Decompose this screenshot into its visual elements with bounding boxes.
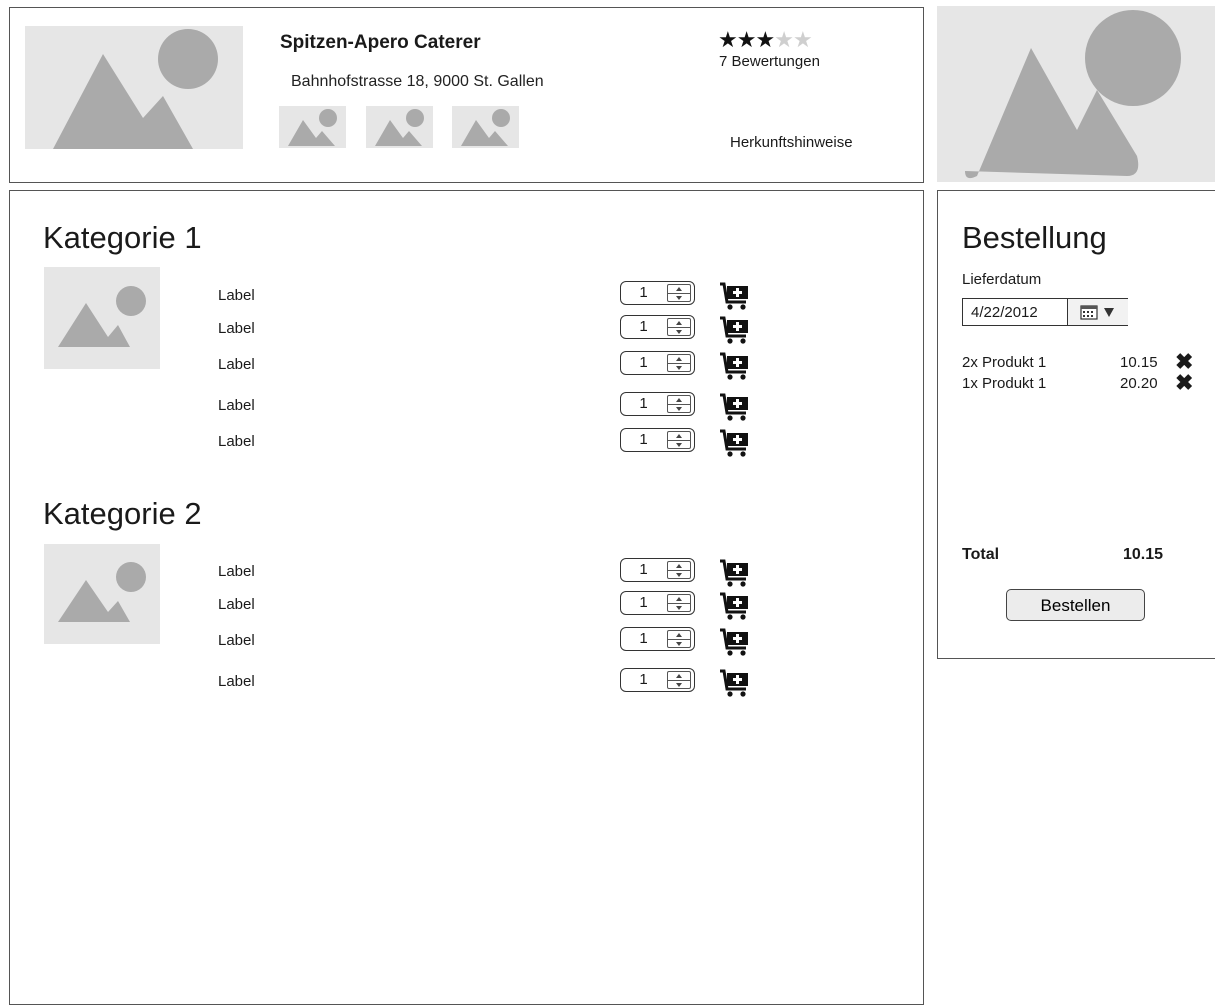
restaurant-name: Spitzen-Apero Caterer [280,32,481,53]
stepper-arrows[interactable] [667,284,691,302]
order-item-desc: 2x Produkt 1 [962,354,1047,371]
category-title-2: Kategorie 2 [43,496,202,531]
stepper-arrows[interactable] [667,561,691,579]
star-icon: ★ [792,27,813,52]
quantity-value[interactable]: 1 [621,352,666,374]
quantity-stepper[interactable]: 1 [620,627,695,651]
remove-item-icon[interactable]: ✖ [1175,372,1193,394]
stepper-arrows[interactable] [667,630,691,648]
order-item-desc: 1x Produkt 1 [962,375,1047,392]
delivery-date-label: Lieferdatum [962,271,1042,288]
restaurant-side-image [937,6,1215,182]
delivery-date-value[interactable]: 4/22/2012 [971,304,1038,321]
quantity-stepper[interactable]: 1 [620,315,695,339]
thumbnail-image-1[interactable] [279,106,346,148]
order-item-price: 20.20 [1120,375,1158,392]
quantity-stepper[interactable]: 1 [620,428,695,452]
star-icon: ★ [755,27,775,52]
calendar-icon [1080,305,1098,320]
quantity-stepper[interactable]: 1 [620,351,695,375]
chevron-down-icon [1104,308,1114,317]
star-icon: ★ [736,27,757,52]
add-to-cart-icon[interactable] [719,315,751,345]
quantity-stepper[interactable]: 1 [620,392,695,416]
menu-item-label: Label [218,596,255,613]
menu-item-label: Label [218,397,255,414]
category-image-1 [44,267,160,369]
thumbnail-image-3[interactable] [452,106,519,148]
stepper-arrows[interactable] [667,395,691,413]
order-item-price: 10.15 [1120,354,1158,371]
star-icon: ★ [774,27,794,52]
menu-item-label: Label [218,563,255,580]
total-label: Total [962,546,1000,563]
menu-item-label: Label [218,287,255,304]
stepper-arrows[interactable] [667,354,691,372]
calendar-dropdown-button[interactable] [1067,299,1128,325]
menu-item-label: Label [218,320,255,337]
order-title: Bestellung [962,220,1107,255]
order-submit-button[interactable]: Bestellen [1006,589,1145,621]
stepper-arrows[interactable] [667,318,691,336]
add-to-cart-icon[interactable] [719,351,751,381]
menu-panel: Kategorie 1 Kategorie 2 Label 1 Label 1 … [9,190,924,1005]
menu-item-label: Label [218,433,255,450]
quantity-value[interactable]: 1 [621,282,666,304]
add-to-cart-icon[interactable] [719,392,751,422]
rating-stars: ★★★★★ [718,27,813,52]
quantity-stepper[interactable]: 1 [620,668,695,692]
menu-item-label: Label [218,356,255,373]
add-to-cart-icon[interactable] [719,428,751,458]
category-image-2 [44,544,160,644]
quantity-value[interactable]: 1 [621,393,666,415]
quantity-value[interactable]: 1 [621,592,666,614]
add-to-cart-icon[interactable] [719,281,751,311]
menu-item-label: Label [218,632,255,649]
add-to-cart-icon[interactable] [719,558,751,588]
quantity-stepper[interactable]: 1 [620,558,695,582]
quantity-stepper[interactable]: 1 [620,591,695,615]
restaurant-main-image [25,26,243,149]
stepper-arrows[interactable] [667,671,691,689]
quantity-stepper[interactable]: 1 [620,281,695,305]
source-hint-link[interactable]: Herkunftshinweise [730,134,853,151]
quantity-value[interactable]: 1 [621,316,666,338]
restaurant-header: Spitzen-Apero Caterer Bahnhofstrasse 18,… [9,7,924,183]
quantity-value[interactable]: 1 [621,628,666,650]
total-value: 10.15 [1123,546,1164,563]
quantity-value[interactable]: 1 [621,559,666,581]
stepper-arrows[interactable] [667,594,691,612]
star-icon: ★ [718,27,738,52]
stepper-arrows[interactable] [667,431,691,449]
quantity-value[interactable]: 1 [621,669,666,691]
add-to-cart-icon[interactable] [719,591,751,621]
order-panel: Bestellung Lieferdatum 4/22/2012 2x Prod… [937,190,1215,659]
add-to-cart-icon[interactable] [719,668,751,698]
thumbnail-image-2[interactable] [366,106,433,148]
menu-item-label: Label [218,673,255,690]
add-to-cart-icon[interactable] [719,627,751,657]
category-title-1: Kategorie 1 [43,220,202,255]
delivery-date-picker[interactable]: 4/22/2012 [962,298,1128,326]
review-count[interactable]: 7 Bewertungen [719,53,820,70]
restaurant-address: Bahnhofstrasse 18, 9000 St. Gallen [291,73,544,90]
quantity-value[interactable]: 1 [621,429,666,451]
